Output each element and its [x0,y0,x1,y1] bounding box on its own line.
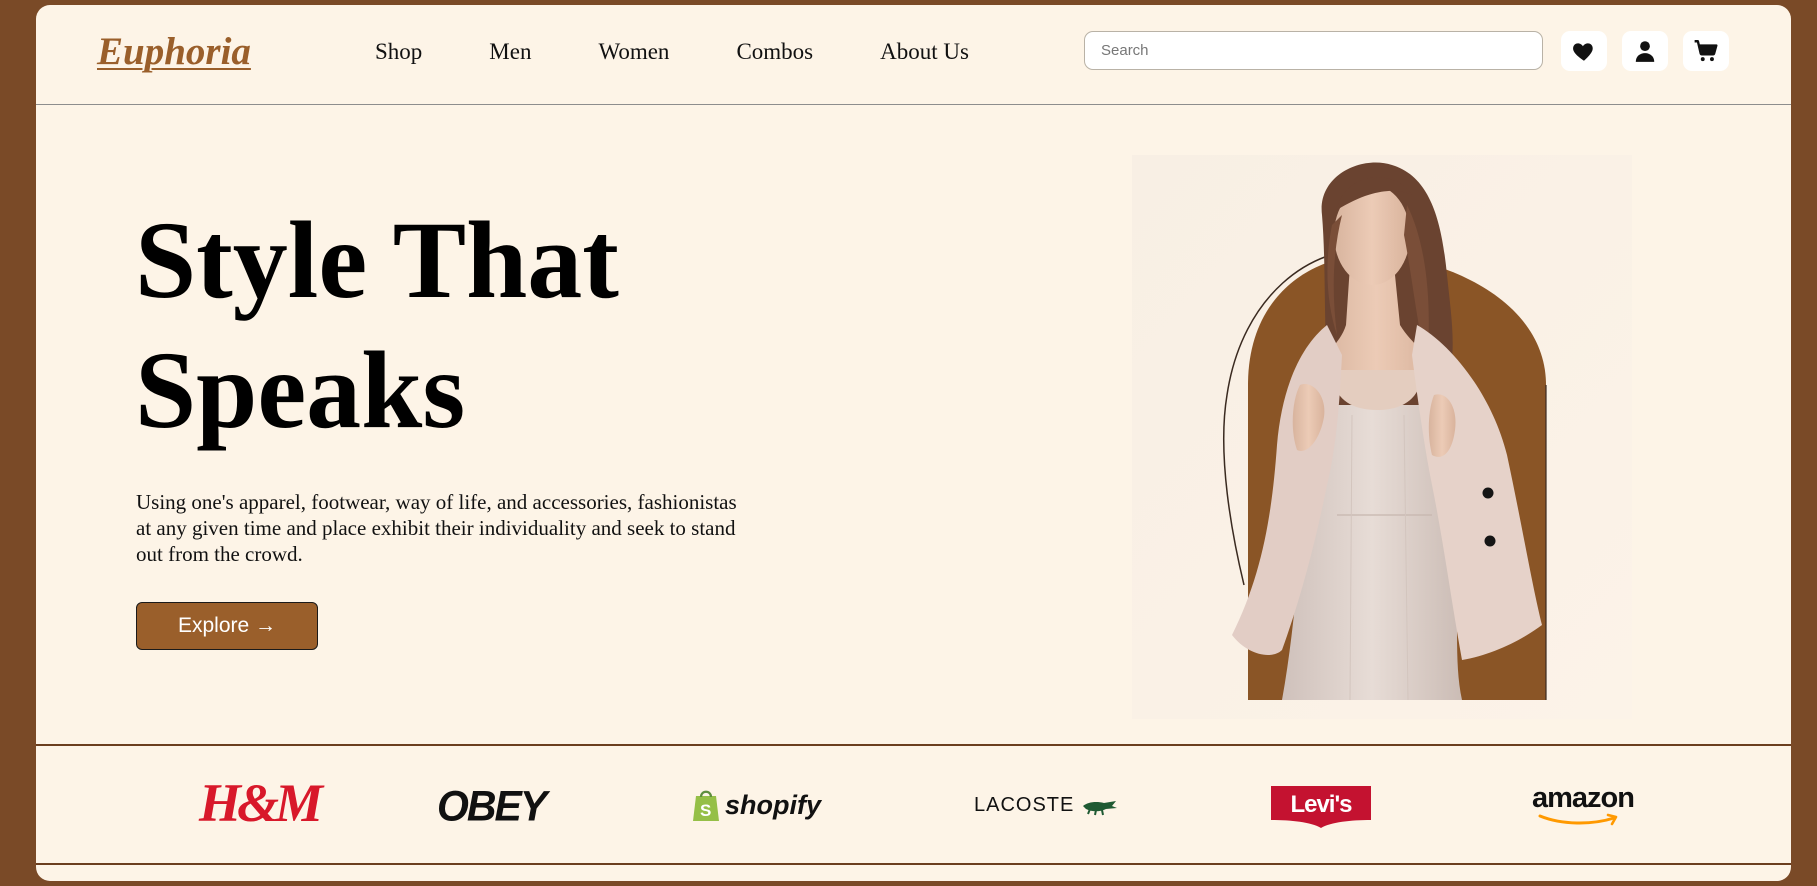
brand-logo-hm[interactable]: H&M [199,776,323,830]
brand-logo-lacoste[interactable]: LACOSTE [974,794,1118,817]
hero-title-line-1: Style That [135,199,619,321]
nav-link-about-us[interactable]: About Us [880,39,969,65]
cart-icon [1694,40,1718,62]
levis-batwing-logo: Levi's [1271,786,1371,828]
user-icon [1635,41,1655,62]
search-input[interactable] [1084,31,1543,70]
nav-link-women[interactable]: Women [598,39,669,65]
svg-text:S: S [700,801,711,820]
account-button[interactable] [1622,31,1668,71]
shopify-bag-icon: S [693,790,719,821]
nav-link-combos[interactable]: Combos [736,39,813,65]
nav-link-shop[interactable]: Shop [375,39,422,65]
page: Euphoria Shop Men Women Combos About Us [36,5,1791,881]
brands-strip: H&M OBEY S shopify LACOSTE Levi's amazon [36,744,1791,865]
lacoste-wordmark: LACOSTE [974,794,1075,816]
brand-logo-obey[interactable]: OBEY [437,784,547,828]
main-nav: Shop Men Women Combos About Us [375,39,1036,65]
hero-title-line-2: Speaks [135,329,466,451]
hero-description: Using one's apparel, footwear, way of li… [136,490,737,566]
crocodile-icon [1083,800,1118,815]
navbar: Euphoria Shop Men Women Combos About Us [36,5,1791,105]
hero-title: Style That Speaks [135,195,835,455]
wishlist-button[interactable] [1561,31,1607,71]
heart-icon [1573,43,1593,61]
hero-model-image [1132,155,1632,719]
brand-logo-shopify[interactable]: S shopify [691,788,821,822]
nav-link-men[interactable]: Men [489,39,531,65]
brand-logo-amazon[interactable]: amazon [1532,782,1635,832]
explore-button[interactable]: Explore → [136,602,318,650]
shopify-wordmark: shopify [725,789,822,820]
amazon-wordmark: amazon [1532,782,1635,814]
brand-logo-levis[interactable]: Levi's [1271,784,1371,833]
amazon-smile-arrow [1538,813,1618,826]
cart-button[interactable] [1683,31,1729,71]
site-logo[interactable]: Euphoria [97,29,251,74]
svg-text:Levi's: Levi's [1290,791,1352,818]
